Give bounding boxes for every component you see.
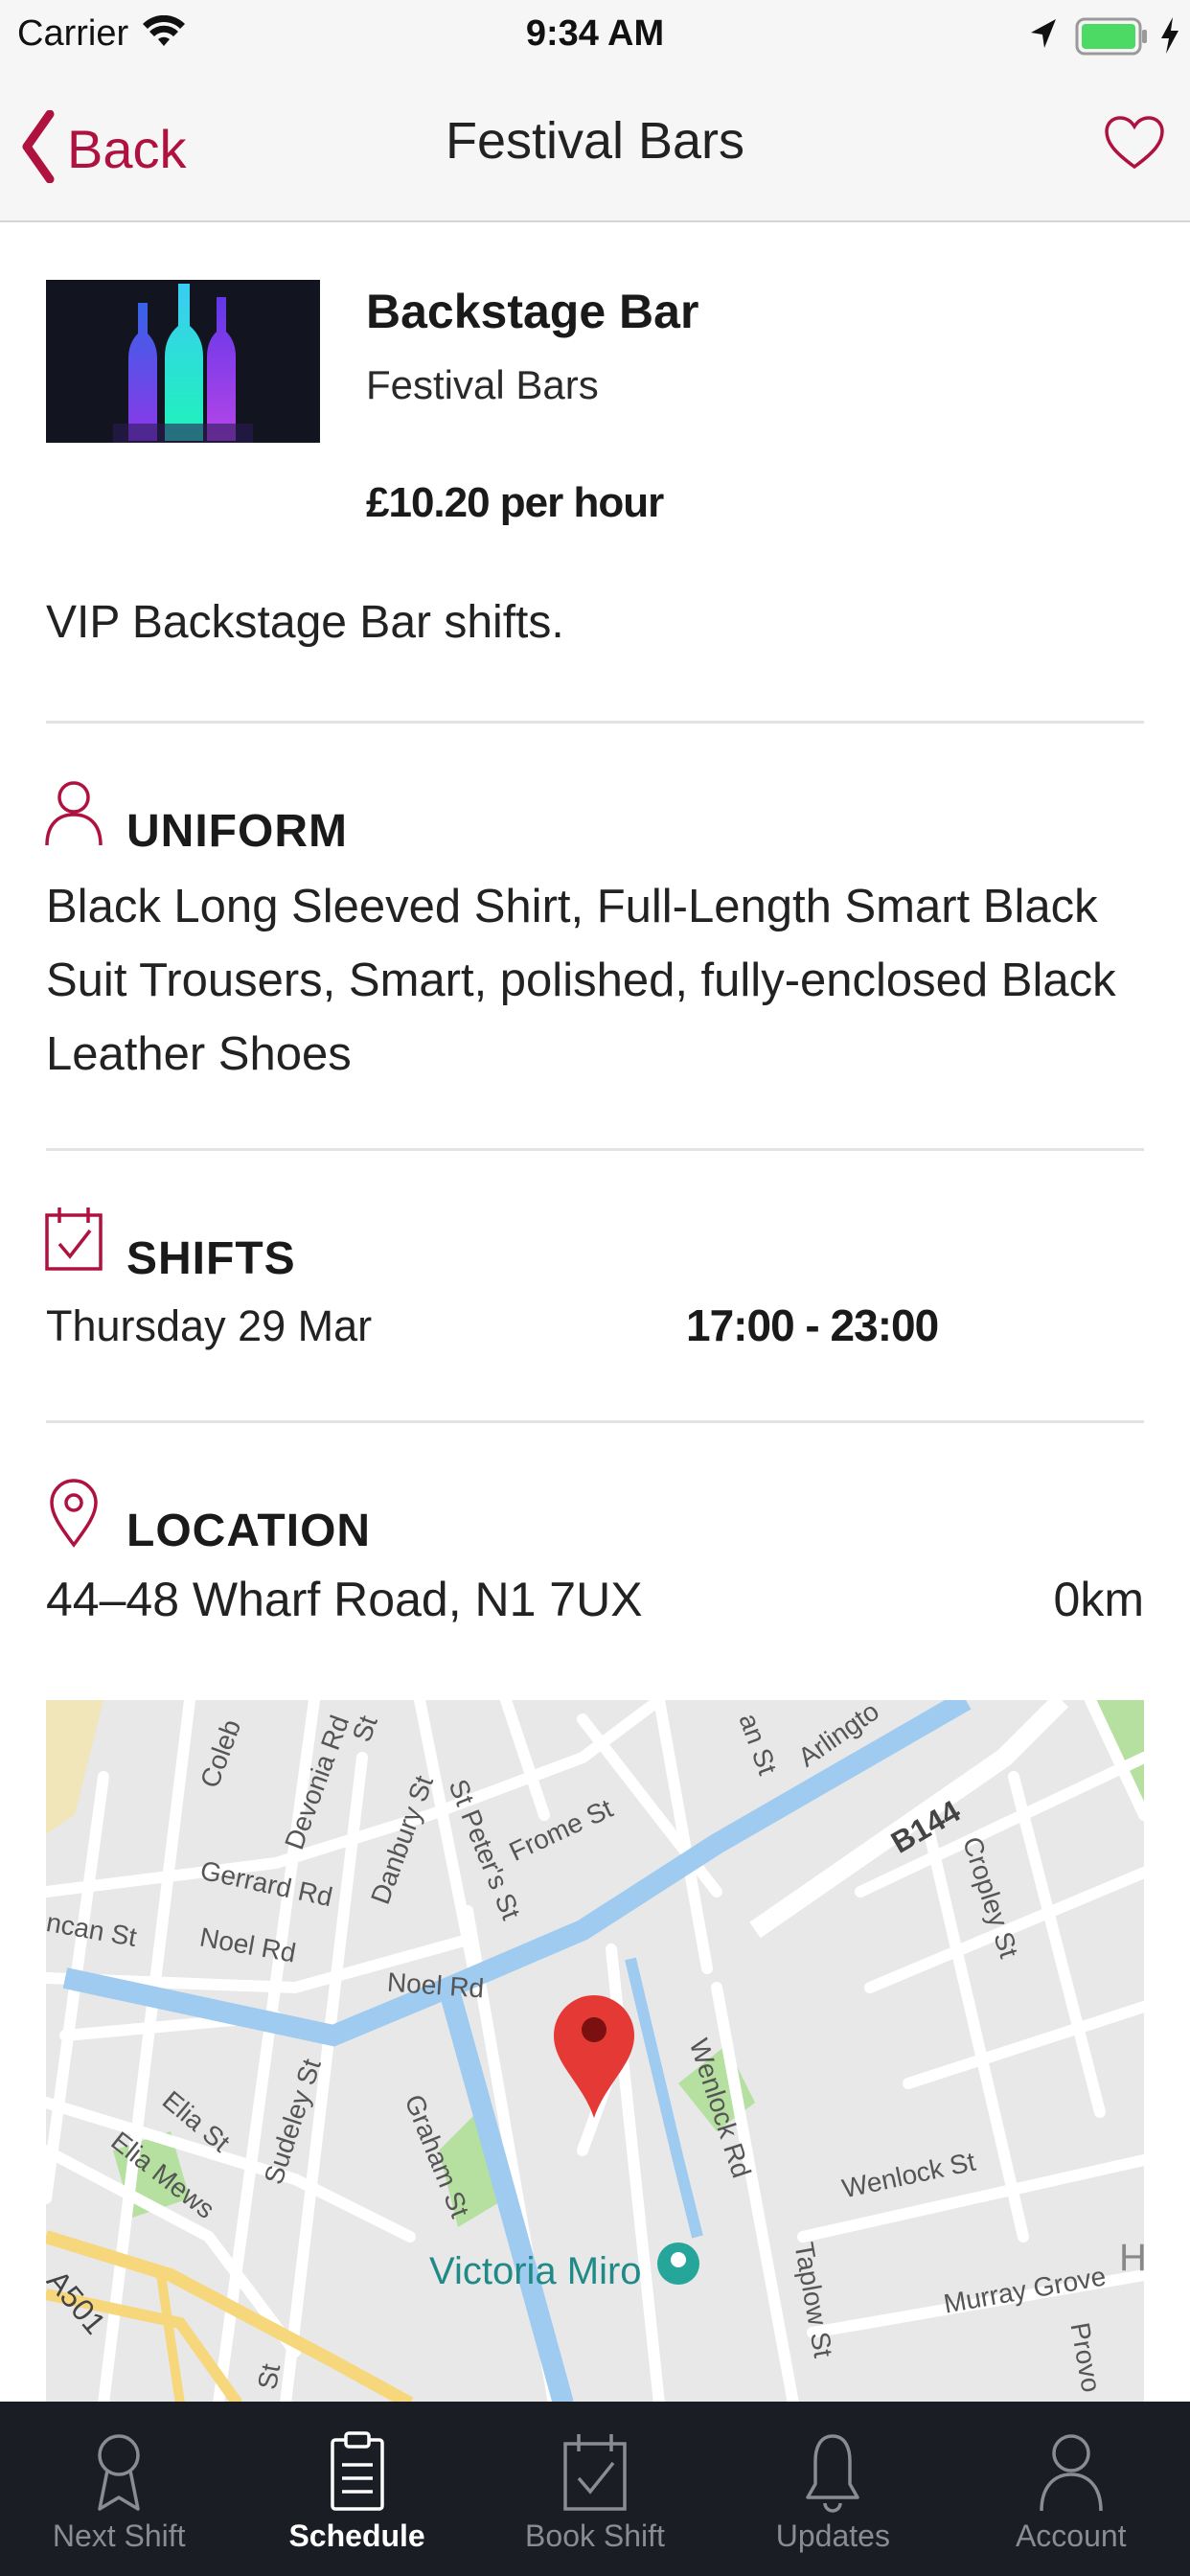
page-title: Festival Bars xyxy=(445,112,745,170)
location-distance: 0km xyxy=(1053,1573,1144,1626)
tab-label: Account xyxy=(1015,2518,1127,2553)
map-pin-icon xyxy=(542,1995,646,2122)
tab-next-shift[interactable]: Next Shift xyxy=(0,2402,238,2576)
divider xyxy=(46,721,1144,724)
uniform-title: UNIFORM xyxy=(126,806,348,857)
shifts-title: SHIFTS xyxy=(126,1233,296,1284)
hourly-rate: £10.20 per hour xyxy=(366,479,664,526)
navigation-bar: Back Festival Bars xyxy=(0,77,1190,222)
tab-updates[interactable]: Updates xyxy=(714,2402,951,2576)
shift-date: Thursday 29 Mar xyxy=(46,1301,373,1350)
location-title: LOCATION xyxy=(126,1506,372,1556)
tab-label: Updates xyxy=(775,2518,890,2553)
tab-schedule[interactable]: Schedule xyxy=(238,2402,475,2576)
tab-label: Next Shift xyxy=(52,2518,186,2553)
person-icon xyxy=(952,2430,1190,2513)
shift-time: 17:00 - 23:00 xyxy=(686,1300,939,1350)
tab-account[interactable]: Account xyxy=(952,2402,1190,2576)
location-arrow-icon xyxy=(1027,17,1058,57)
battery-icon xyxy=(1075,17,1148,60)
tab-label: Schedule xyxy=(288,2518,425,2553)
venue-description: VIP Backstage Bar shifts. xyxy=(46,597,564,648)
map-street-label: St xyxy=(252,2361,286,2392)
location-pin-icon xyxy=(44,1478,103,1553)
status-bar: Carrier 9:34 AM xyxy=(0,0,1190,77)
heart-outline-icon xyxy=(1104,116,1165,174)
location-address: 44–48 Wharf Road, N1 7UX xyxy=(46,1573,643,1626)
venue-image xyxy=(46,280,320,443)
divider xyxy=(46,1420,1144,1423)
calendar-check-icon xyxy=(476,2430,714,2513)
uniform-description: Black Long Sleeved Shirt, Full-Length Sm… xyxy=(46,881,1116,1080)
tab-book-shift[interactable]: Book Shift xyxy=(476,2402,714,2576)
status-time: 9:34 AM xyxy=(525,13,665,54)
map-street-label: H xyxy=(1119,2237,1144,2279)
venue-name: Backstage Bar xyxy=(366,285,699,338)
location-map[interactable]: Coleb Devonia Rd St Danbury St St Peter'… xyxy=(46,1700,1144,2404)
bell-icon xyxy=(714,2430,951,2513)
person-icon xyxy=(44,778,103,852)
divider xyxy=(46,1148,1144,1151)
calendar-check-icon xyxy=(44,1206,103,1277)
ribbon-icon xyxy=(0,2430,238,2513)
map-poi-label: Victoria Miro xyxy=(429,2250,642,2292)
clipboard-icon xyxy=(238,2430,475,2513)
tab-bar: Next Shift Schedule Book Shift Updates A… xyxy=(0,2402,1190,2576)
charging-bolt-icon xyxy=(1159,15,1180,60)
tab-label: Book Shift xyxy=(525,2518,665,2553)
favorite-button[interactable] xyxy=(1104,115,1165,175)
venue-category: Festival Bars xyxy=(366,362,599,407)
